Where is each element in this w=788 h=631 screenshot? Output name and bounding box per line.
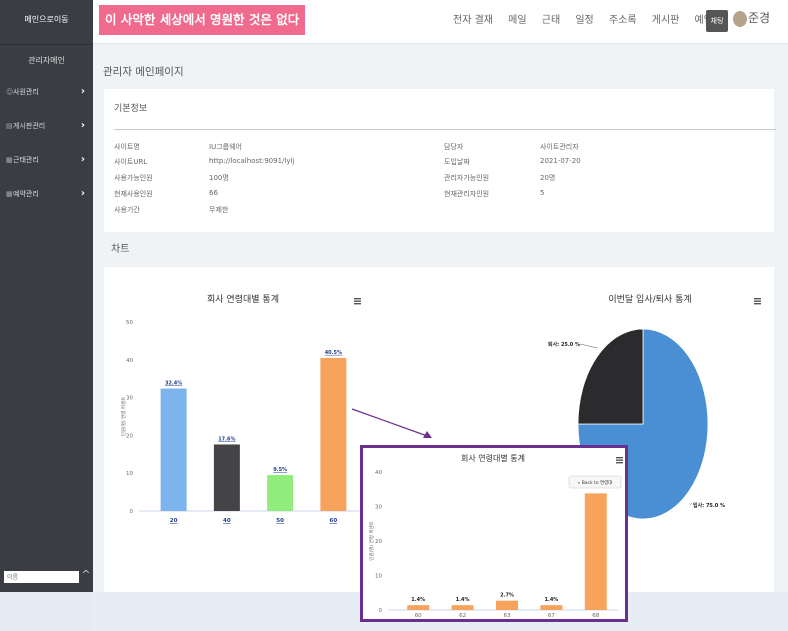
info-value: 사이트관리자 <box>540 143 579 151</box>
info-value: 2021-07-20 <box>540 157 581 165</box>
top-nav: 전자 결재 메일 근태 일정 주소록 게시판 예약 <box>453 11 725 26</box>
sidebar-item-label: 게시판관리 <box>13 122 46 130</box>
info-value: 무제한 <box>209 206 229 214</box>
y-tick-label: 20 <box>375 539 382 545</box>
nav-mail[interactable]: 메일 <box>508 15 526 26</box>
page-title: 관리자 메인페이지 <box>103 66 184 78</box>
person-icon: ☺ <box>6 88 14 96</box>
y-tick-label: 10 <box>375 574 382 580</box>
nav-attendance[interactable]: 근태 <box>542 15 560 26</box>
chevron-right-icon: › <box>80 120 85 131</box>
basic-info-card: 기본정보 사이트명 IU그룹웨어 사이트URL http://localhost… <box>104 89 776 232</box>
data-label: 1.4% <box>544 597 558 603</box>
sidebar-item-label: 사원관리 <box>13 88 39 96</box>
info-label: 사용기간 <box>114 206 140 214</box>
info-label: 관리자가능인원 <box>444 174 490 182</box>
y-axis-label: 인원(명) 연령 퍼센트 <box>368 521 375 561</box>
info-label: 도입날짜 <box>444 158 470 166</box>
info-value: http://localhost:9091/lylj <box>209 157 295 165</box>
info-value: 66 <box>209 189 218 197</box>
chat-button[interactable]: 채팅 <box>706 10 728 32</box>
data-label: 2.7% <box>500 593 514 599</box>
x-tick-label[interactable]: 63 <box>504 613 511 619</box>
data-label: 1.4% <box>456 597 470 603</box>
sidebar-item-board[interactable]: ▤게시판관리 › <box>0 109 93 143</box>
sidebar-item-label: 예약관리 <box>13 190 39 198</box>
avatar[interactable] <box>733 11 747 27</box>
bar[interactable] <box>496 600 518 610</box>
board-icon: ▤ <box>6 122 13 130</box>
sidebar-home-link[interactable]: 메인으로이동 <box>0 0 93 45</box>
slogan-banner: 이 사악한 세상에서 영원한 것은 없다 <box>99 5 306 35</box>
info-label: 사이트URL <box>114 158 148 166</box>
bar[interactable] <box>451 605 474 610</box>
x-tick-label[interactable]: 68 <box>592 613 599 619</box>
divider <box>114 129 776 130</box>
nav-approval[interactable]: 전자 결재 <box>453 15 493 26</box>
info-label: 담당자 <box>444 143 464 151</box>
info-label: 현재사용인원 <box>114 190 153 198</box>
data-label: 1.4% <box>411 597 425 603</box>
user-name[interactable]: 준경 <box>748 9 770 26</box>
sidebar-admin-main[interactable]: 관리자메인 <box>0 45 93 75</box>
sidebar-item-reservation[interactable]: ▦예약관리 › <box>0 177 93 211</box>
chevron-up-icon[interactable]: ^ <box>80 568 92 582</box>
nav-board[interactable]: 게시판 <box>652 15 680 26</box>
reserve-icon: ▦ <box>6 190 13 198</box>
info-value: 5 <box>540 189 545 197</box>
info-label: 현재관리자인원 <box>444 190 490 198</box>
chevron-right-icon: › <box>80 86 85 97</box>
chart-section-title: 차트 <box>111 244 130 255</box>
back-to-age-button[interactable]: « Back to 연령대 <box>568 475 622 489</box>
info-label: 사이트명 <box>114 143 140 151</box>
nav-addressbook[interactable]: 주소록 <box>609 15 637 26</box>
info-label: 사용가능인원 <box>114 174 153 182</box>
bar[interactable] <box>407 605 430 610</box>
calendar-icon: ▦ <box>6 156 13 164</box>
chevron-right-icon: › <box>80 154 85 165</box>
x-tick-label[interactable]: 62 <box>459 613 466 619</box>
bar[interactable] <box>584 493 607 610</box>
y-tick-label: 40 <box>375 470 382 476</box>
x-tick-label[interactable]: 67 <box>548 613 555 619</box>
sidebar-search-input[interactable] <box>4 571 79 583</box>
chevron-right-icon: › <box>80 188 85 199</box>
sidebar: 메인으로이동 관리자메인 ☺사원관리 › ▤게시판관리 › ▦근태관리 › ▦예… <box>0 0 93 592</box>
info-value: IU그룹웨어 <box>209 143 242 151</box>
sidebar-item-employees[interactable]: ☺사원관리 › <box>0 75 93 109</box>
drilldown-chart-popup: 회사 연령대별 통계 0 10 20 30 40 인원(명) 연령 퍼센트 1.4% 60 1.4… <box>360 445 628 622</box>
sidebar-item-label: 근태관리 <box>13 156 39 164</box>
basic-info-title: 기본정보 <box>114 104 148 114</box>
sidebar-item-attendance[interactable]: ▦근태관리 › <box>0 143 93 177</box>
drilldown-bar-chart: 회사 연령대별 통계 0 10 20 30 40 인원(명) 연령 퍼센트 1.4% 60 1.4… <box>368 453 623 619</box>
y-tick-label: 30 <box>375 505 382 511</box>
info-value: 100명 <box>209 174 229 182</box>
nav-schedule[interactable]: 일정 <box>575 15 593 26</box>
x-tick-label[interactable]: 60 <box>415 613 422 619</box>
chart-title: 회사 연령대별 통계 <box>461 453 525 463</box>
chart-menu-icon[interactable] <box>616 457 623 464</box>
y-tick-label: 0 <box>379 608 383 614</box>
top-navbar: 이 사악한 세상에서 영원한 것은 없다 전자 결재 메일 근태 일정 주소록 … <box>93 0 788 44</box>
svg-text:« Back to 연령대: « Back to 연령대 <box>578 479 613 486</box>
bar[interactable] <box>540 605 563 610</box>
info-value: 20명 <box>540 174 556 182</box>
